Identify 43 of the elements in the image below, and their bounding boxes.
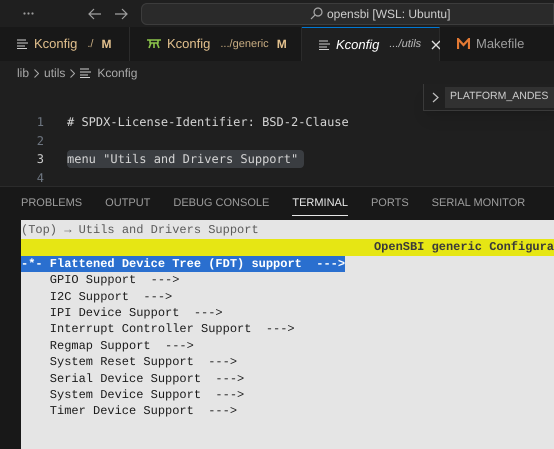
panel-tab[interactable]: SERIAL MONITOR [432, 191, 526, 216]
lines-icon [319, 40, 330, 50]
breadcrumb-item[interactable]: utils [44, 64, 66, 82]
menu-item[interactable]: Timer Device Support ---> [50, 403, 238, 420]
search-text: opensbi [WSL: Ubuntu] [327, 6, 450, 22]
line-number: 2 [36, 132, 44, 150]
code-line: # SPDX-License-Identifier: BSD-2-Clause [67, 114, 349, 132]
tree-icon [147, 39, 161, 49]
line-number: 3 [36, 151, 44, 168]
menu-item[interactable]: Interrupt Controller Support ---> [50, 321, 295, 338]
chevron-right-icon [34, 68, 40, 78]
find-input[interactable]: PLATFORM_ANDES [445, 86, 554, 108]
menu-item[interactable]: Serial Device Support ---> [50, 370, 244, 387]
menu-title: OpenSBI generic Configura [374, 239, 554, 256]
command-search-field[interactable]: opensbi [WSL: Ubuntu] [141, 2, 554, 24]
back-arrow-icon[interactable] [88, 8, 102, 20]
menu-path: (Top) → Utils and Drivers Support [21, 223, 259, 237]
line-number: 1 [36, 114, 44, 132]
letter-m-icon [457, 38, 470, 50]
panel-tab[interactable]: DEBUG CONSOLE [173, 191, 270, 216]
menu-item[interactable]: Regmap Support ---> [50, 338, 194, 354]
search-icon [310, 7, 323, 20]
panel-tab[interactable]: TERMINAL [292, 191, 348, 216]
menu-item[interactable]: System Device Support ---> [50, 386, 244, 404]
editor-tab[interactable]: Kconfig .../utils [302, 27, 440, 61]
more-icon[interactable] [23, 12, 34, 15]
forward-arrow-icon[interactable] [114, 8, 128, 20]
menu-item[interactable]: GPIO Support ---> [50, 272, 180, 289]
line-number: 4 [36, 170, 44, 186]
chevron-right-icon [70, 68, 76, 78]
lines-icon [17, 39, 28, 49]
chevron-right-icon[interactable] [432, 92, 439, 102]
lines-icon [80, 68, 92, 78]
panel-tab[interactable]: PROBLEMS [21, 191, 82, 216]
menu-item[interactable]: -*- Flattened Device Tree (FDT) support ---> [21, 256, 346, 272]
menu-item[interactable]: System Reset Support ---> [50, 354, 238, 371]
menu-item[interactable]: IPI Device Support ---> [50, 304, 223, 322]
breadcrumb-item[interactable]: lib [17, 64, 30, 82]
menu-item[interactable]: I2C Support ---> [50, 288, 172, 305]
panel-tab[interactable]: PORTS [370, 191, 409, 216]
breadcrumb-item[interactable]: Kconfig [97, 64, 138, 82]
close-icon[interactable] [431, 40, 442, 50]
panel-tab[interactable]: OUTPUT [105, 191, 150, 216]
